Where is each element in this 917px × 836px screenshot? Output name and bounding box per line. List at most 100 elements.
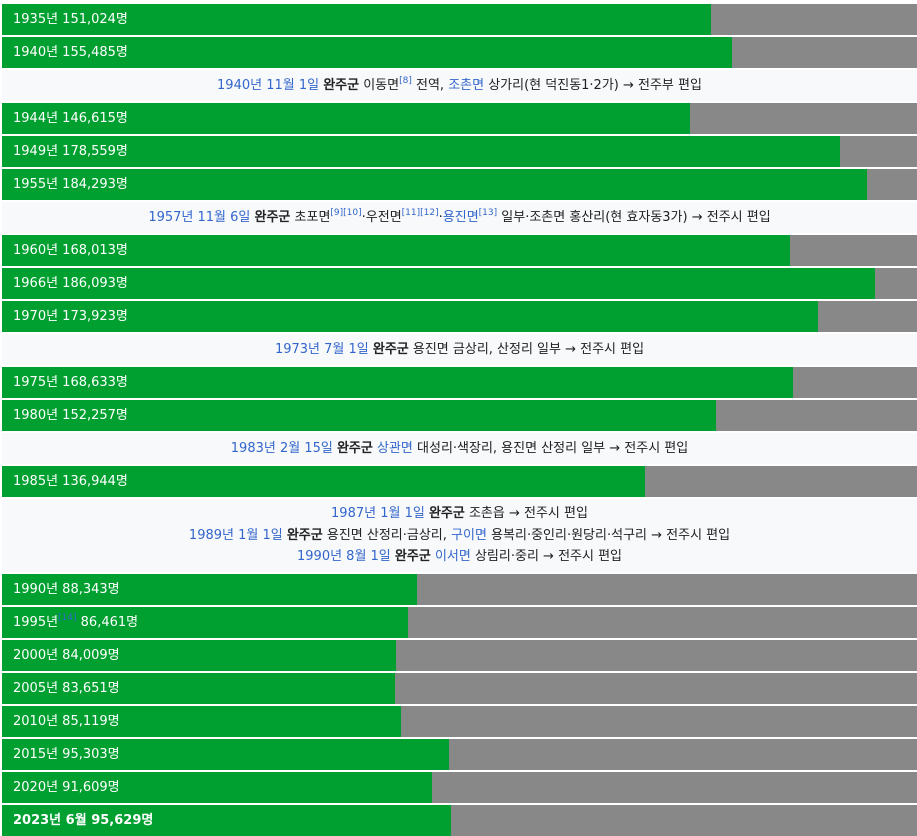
note-county: 완주군 [394,549,431,564]
bar-label: 1949년 178,559명 [13,136,128,167]
bar-label-text: 2020년 91,609명 [13,779,120,795]
footnote-ref[interactable]: [13] [479,208,497,218]
bar-row: 1944년 146,615명 [2,103,917,134]
bar-label-text: 1970년 173,923명 [13,309,128,324]
bar-label-text: 1975년 168,633명 [13,375,128,390]
bar-label: 1940년 155,485명 [13,37,128,68]
footnote-ref[interactable]: [11] [402,208,420,218]
note-line: 1990년 8월 1일 완주군 이서면 상림리·중리 → 전주시 편입 [297,546,622,568]
bar-label-text: 1944년 146,615명 [13,111,128,126]
bar-row: 2020년 91,609명 [2,771,917,803]
annexation-note: 1973년 7월 1일 완주군 용진면 금상리, 산정리 일부 → 전주시 편입 [2,334,917,365]
bar-label-text: 2023년 6월 95,629명 [13,812,154,828]
note-line: 1987년 1월 1일 완주군 조촌읍 → 전주시 편입 [331,503,588,525]
note-text: 용진면 산정리·금상리, [322,527,452,543]
bar-row: 1985년 136,944명 [2,466,917,497]
note-text: 조촌읍 → 전주시 편입 [464,506,588,521]
bar-label-text: 1980년 152,257명 [13,408,128,423]
note-link[interactable]: 1940년 11월 1일 [217,78,319,93]
bar-row: 2005년 83,651명 [2,672,917,704]
bar-row: 1935년 151,024명 [2,4,917,35]
note-link[interactable]: 상관면 [377,441,413,456]
note-line: 1973년 7월 1일 완주군 용진면 금상리, 산정리 일부 → 전주시 편입 [275,339,644,361]
bar-row: 1940년 155,485명 [2,37,917,68]
bar-label: 2020년 91,609명 [13,772,120,803]
bar [2,268,876,299]
bar-label-text: 1995년 [13,614,59,630]
bar-row: 1955년 184,293명 [2,169,917,200]
note-link[interactable]: 1983년 2월 15일 [231,441,333,456]
note-county: 완주군 [254,209,291,225]
note-link[interactable]: 1973년 7월 1일 [275,342,369,357]
note-link[interactable]: 1957년 11월 6일 [148,210,250,225]
note-county: 완주군 [428,506,465,521]
note-county: 완주군 [286,527,323,543]
bar-label-text: 1949년 178,559명 [13,144,128,159]
footnote-ref[interactable]: [8] [399,76,412,86]
bar-row: 1975년 168,633명 [2,367,917,398]
bar-label-text: 1966년 186,093명 [13,276,128,291]
annexation-note: 1957년 11월 6일 완주군 초포면[9][10]·우전면[11][12]·… [2,202,917,233]
note-text: 초포면 [290,209,331,225]
note-text: 상림리·중리 → 전주시 편입 [470,549,622,564]
note-link[interactable]: 이서면 [435,549,471,564]
annexation-note: 1940년 11월 1일 완주군 이동면[8] 전역, 조촌면 상가리(현 덕진… [2,70,917,101]
note-county: 완주군 [323,77,360,93]
bar-label-text: 1990년 88,343명 [13,581,120,597]
bar-label: 1985년 136,944명 [13,466,128,497]
bar-label-text: 1940년 155,485명 [13,45,128,60]
bar-label-text: 1985년 136,944명 [13,474,128,489]
bar-label-text: 1955년 184,293명 [13,177,128,192]
bar-label-text: 1935년 151,024명 [13,12,128,27]
bar-row: 2023년 6월 95,629명 [2,804,917,836]
bar-row: 1980년 152,257명 [2,400,917,431]
note-link[interactable]: 1989년 1월 1일 [189,528,283,543]
bar-label: 1955년 184,293명 [13,169,128,200]
bar-row: 1966년 186,093명 [2,268,917,299]
bar-label-text: 2010년 85,119명 [13,713,120,729]
note-link[interactable]: 1987년 1월 1일 [331,506,425,521]
bar-label: 2005년 83,651명 [13,673,120,704]
bar-label-text: 2000년 84,009명 [13,647,120,663]
footnote-ref[interactable]: [12] [420,208,438,218]
bar-label: 2010년 85,119명 [13,706,120,737]
footnote-ref[interactable]: [14] [58,613,76,623]
note-text: ·우전면 [361,209,402,225]
note-text: 용복리·중인리·원당리·석구리 → 전주시 편입 [486,527,731,543]
bar-label-text: 1960년 168,013명 [13,243,128,258]
note-line: 1957년 11월 6일 완주군 초포면[9][10]·우전면[11][12]·… [148,207,770,229]
bar-row: 1960년 168,013명 [2,235,917,266]
bar-row: 1949년 178,559명 [2,136,917,167]
bar-label: 1980년 152,257명 [13,400,128,431]
bar-label: 1944년 146,615명 [13,103,128,134]
annexation-note: 1983년 2월 15일 완주군 상관면 대성리·색장리, 용진면 산정리 일부… [2,433,917,464]
bar-label: 1960년 168,013명 [13,235,128,266]
note-county: 완주군 [372,341,409,357]
bar-label: 1966년 186,093명 [13,268,128,299]
bar-row: 2010년 85,119명 [2,705,917,737]
note-link[interactable]: 용진면 [443,210,479,225]
bar-label: 2015년 95,303명 [13,739,120,770]
note-line: 1989년 1월 1일 완주군 용진면 산정리·금상리, 구이면 용복리·중인리… [189,525,730,547]
bar-row: 2000년 84,009명 [2,639,917,671]
note-text: 대성리·색장리, 용진면 산정리 일부 → 전주시 편입 [412,440,689,456]
bar-row: 1995년[14] 86,461명 [2,606,917,638]
note-line: 1983년 2월 15일 완주군 상관면 대성리·색장리, 용진면 산정리 일부… [231,438,688,460]
bar-label-value: 86,461명 [76,614,139,630]
bar-label-text: 2005년 83,651명 [13,680,120,696]
bar-label: 2023년 6월 95,629명 [13,805,153,836]
note-text: 용진면 금상리, 산정리 일부 → 전주시 편입 [408,341,645,357]
note-link[interactable]: 1990년 8월 1일 [297,549,391,564]
footnote-ref[interactable]: [9] [330,208,343,218]
note-text: 일부·조촌면 홍산리(현 효자동3가) → 전주시 편입 [497,209,771,225]
note-county: 완주군 [336,440,373,456]
note-link[interactable]: 조촌면 [448,78,484,93]
annexation-note: 1987년 1월 1일 완주군 조촌읍 → 전주시 편입 1989년 1월 1일 … [2,499,917,572]
note-link[interactable]: 구이면 [451,528,487,543]
bar-label: 1990년 88,343명 [13,574,120,605]
note-text: 전역, [411,77,449,93]
bar-label: 1975년 168,633명 [13,367,128,398]
bar-row: 1970년 173,923명 [2,301,917,332]
note-text: 이동면 [359,77,400,93]
footnote-ref[interactable]: [10] [343,208,361,218]
